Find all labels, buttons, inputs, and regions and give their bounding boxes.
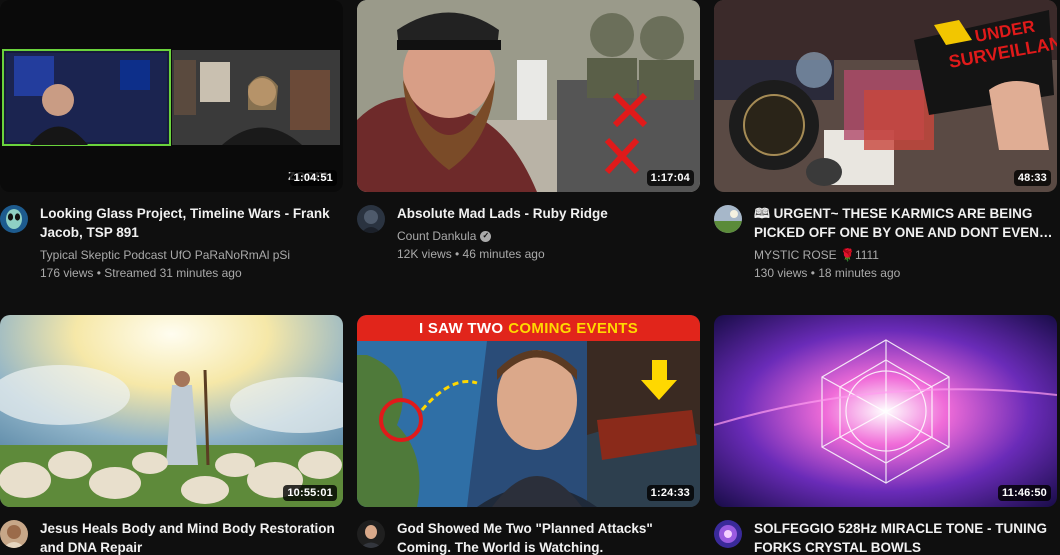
- video-stats: 130 views • 18 minutes ago: [754, 266, 901, 280]
- video-title[interactable]: Jesus Heals Body and Mind Body Restorati…: [40, 519, 343, 555]
- channel-name-label[interactable]: Typical Skeptic Podcast UfO PaRaNoRmAl p…: [40, 246, 290, 264]
- channel-avatar[interactable]: [714, 205, 742, 233]
- thumbnail-banner: I SAW TWO COMING EVENTS: [357, 315, 700, 341]
- video-card[interactable]: I SAW TWO COMING EVENTS 1:24:33 God Showe…: [357, 315, 700, 555]
- video-duration: 11:46:50: [997, 485, 1051, 501]
- video-duration: 48:33: [1013, 170, 1051, 186]
- channel-avatar[interactable]: [0, 205, 28, 233]
- video-duration: 1:17:04: [646, 170, 694, 186]
- video-thumbnail[interactable]: UNDER SURVEILLANCE 48:33: [714, 0, 1057, 192]
- video-title[interactable]: SOLFEGGIO 528Hz MIRACLE TONE - TUNING FO…: [754, 519, 1057, 555]
- video-card[interactable]: zoom 1:04:51 Looking Glass Project, Time…: [0, 0, 343, 282]
- thumbnail-image: [714, 315, 1057, 507]
- video-title[interactable]: 🕮 URGENT~ THESE KARMICS ARE BEING PICKED…: [754, 204, 1057, 242]
- video-thumbnail[interactable]: 1:17:04: [357, 0, 700, 192]
- video-duration: 1:04:51: [289, 170, 337, 186]
- video-card[interactable]: 1:17:04 Absolute Mad Lads - Ruby Ridge C…: [357, 0, 700, 263]
- video-thumbnail[interactable]: 11:46:50: [714, 315, 1057, 507]
- channel-avatar[interactable]: [714, 520, 742, 548]
- verified-check-icon: ✓: [480, 230, 492, 242]
- banner-highlight-text: COMING EVENTS: [508, 319, 639, 337]
- channel-avatar[interactable]: [357, 520, 385, 548]
- banner-text: I SAW TWO: [418, 319, 504, 337]
- channel-name[interactable]: Typical Skeptic Podcast UfO PaRaNoRmAl p…: [40, 246, 343, 264]
- video-thumbnail[interactable]: zoom 1:04:51: [0, 0, 343, 192]
- video-stats: 12K views • 46 minutes ago: [397, 247, 545, 261]
- thumbnail-image: [357, 315, 700, 507]
- channel-name-label[interactable]: MYSTIC ROSE 🌹1111: [754, 246, 879, 264]
- channel-avatar[interactable]: [0, 520, 28, 548]
- channel-name-label[interactable]: Count Dankula: [397, 227, 476, 245]
- video-card[interactable]: 11:46:50 SOLFEGGIO 528Hz MIRACLE TONE - …: [714, 315, 1057, 555]
- thumbnail-image: UNDER SURVEILLANCE: [714, 0, 1057, 192]
- thumbnail-image: [357, 0, 700, 192]
- video-card[interactable]: UNDER SURVEILLANCE 48:33 🕮 URGENT~ THESE…: [714, 0, 1057, 282]
- video-card[interactable]: 10:55:01 Jesus Heals Body and Mind Body …: [0, 315, 343, 555]
- channel-name[interactable]: Count Dankula ✓: [397, 227, 700, 245]
- video-thumbnail[interactable]: I SAW TWO COMING EVENTS 1:24:33: [357, 315, 700, 507]
- channel-name[interactable]: MYSTIC ROSE 🌹1111: [754, 246, 1057, 264]
- video-thumbnail[interactable]: 10:55:01: [0, 315, 343, 507]
- video-title[interactable]: Looking Glass Project, Timeline Wars - F…: [40, 204, 343, 242]
- video-title[interactable]: Absolute Mad Lads - Ruby Ridge: [397, 204, 700, 223]
- thumbnail-image: [0, 0, 343, 192]
- channel-avatar[interactable]: [357, 205, 385, 233]
- video-stats: 176 views • Streamed 31 minutes ago: [40, 266, 242, 280]
- video-duration: 1:24:33: [646, 485, 694, 501]
- thumbnail-image: [0, 315, 343, 507]
- video-duration: 10:55:01: [283, 485, 337, 501]
- video-title[interactable]: God Showed Me Two "Planned Attacks" Comi…: [397, 519, 700, 555]
